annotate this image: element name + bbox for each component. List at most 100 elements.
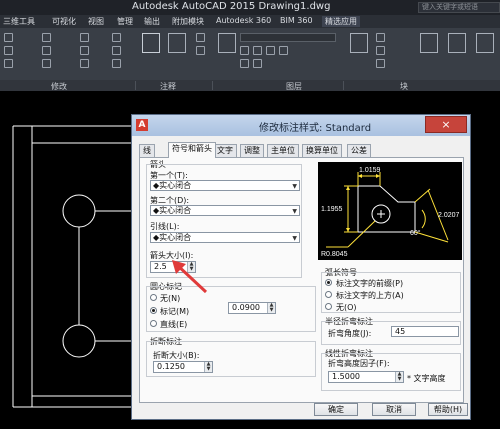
autocad-logo-icon: A: [136, 119, 148, 131]
ribbon-tab-autodesk-360[interactable]: Autodesk 360: [216, 16, 271, 25]
utilities-icon[interactable]: [476, 33, 494, 53]
ribbon-tab-featured-apps[interactable]: 精选应用: [322, 16, 360, 27]
app-title: Autodesk AutoCAD 2015 Drawing1.dwg: [132, 1, 331, 12]
annotation-arrow-icon: [172, 260, 208, 294]
center-mark-line-label[interactable]: 直线(E): [160, 319, 187, 330]
array-icon[interactable]: [80, 59, 89, 68]
leader-arrow-select[interactable]: ◆实心闭合 ▼: [150, 232, 300, 243]
layer-dropdown[interactable]: [240, 33, 336, 42]
jog-height-factor-spinner[interactable]: 1.5000 ▲ ▼: [328, 371, 404, 383]
close-button[interactable]: ×: [425, 116, 467, 133]
preview-dim-right: 2.0207: [438, 212, 460, 219]
chevron-down-icon: ▼: [292, 183, 297, 190]
explode-icon[interactable]: [112, 46, 121, 55]
second-arrow-value: ◆实心闭合: [153, 206, 192, 215]
break-size-label: 折断大小(B):: [153, 351, 200, 360]
arc-above-radio[interactable]: [325, 291, 332, 298]
layer-properties-icon[interactable]: [218, 33, 236, 53]
spinner-arrows-icon[interactable]: ▲ ▼: [395, 372, 403, 382]
erase-icon[interactable]: [112, 33, 121, 42]
layer-freeze-icon[interactable]: [266, 46, 275, 55]
spinner-arrows-icon[interactable]: ▲ ▼: [204, 362, 212, 372]
tab-lines[interactable]: 线: [139, 144, 155, 157]
ribbon-tab-visualize[interactable]: 可视化: [52, 16, 76, 27]
spinner-arrows-icon[interactable]: ▲ ▼: [267, 303, 275, 313]
preview-dim-top: 1.0159: [359, 167, 381, 174]
preview-radius: R0.8045: [321, 251, 348, 258]
arc-none-label[interactable]: 无(O): [336, 302, 357, 313]
tab-text[interactable]: 文字: [213, 144, 237, 157]
arc-above-label[interactable]: 标注文字的上方(A): [336, 290, 404, 301]
jog-height-factor-value: 1.5000: [332, 372, 360, 381]
arrow-size-value: 2.5: [154, 262, 167, 271]
ribbon-tab-bar: 三维工具 可视化 视图 管理 输出 附加模块 Autodesk 360 BIM …: [0, 15, 500, 28]
layer-lock-icon[interactable]: [279, 46, 288, 55]
ribbon-tab-manage[interactable]: 管理: [117, 16, 133, 27]
text-height-suffix: * 文字高度: [407, 374, 446, 383]
second-arrow-select[interactable]: ◆实心闭合 ▼: [150, 205, 300, 216]
leader-arrow-label: 引线(L):: [150, 222, 180, 231]
tab-symbols-arrows[interactable]: 符号和箭头: [168, 142, 216, 158]
center-mark-size-value: 0.0900: [232, 303, 260, 312]
preview-dim-left: 1.1955: [321, 206, 343, 213]
center-mark-size-spinner[interactable]: 0.0900 ▲ ▼: [228, 302, 276, 314]
app-title-bar: Autodesk AutoCAD 2015 Drawing1.dwg 键入关键字…: [0, 0, 500, 15]
copy-icon[interactable]: [4, 46, 13, 55]
mirror-icon[interactable]: [42, 46, 51, 55]
create-block-icon[interactable]: [376, 33, 385, 42]
text-icon[interactable]: [142, 33, 160, 53]
dialog-title-bar[interactable]: A 修改标注样式: Standard ×: [132, 115, 470, 136]
move-icon[interactable]: [4, 33, 13, 42]
tab-primary-units[interactable]: 主单位: [267, 144, 299, 157]
ribbon-panel-labels: 修改 注释 图层 块: [0, 80, 500, 91]
preview-angle: 60°: [410, 229, 421, 237]
arc-prefix-radio[interactable]: [325, 279, 332, 286]
layer-off-icon[interactable]: [240, 46, 249, 55]
dimension-icon[interactable]: [168, 33, 186, 53]
leader-icon[interactable]: [196, 33, 205, 42]
ribbon-panel: [0, 28, 500, 80]
properties-icon[interactable]: [420, 33, 438, 53]
groups-icon[interactable]: [448, 33, 466, 53]
insert-block-icon[interactable]: [350, 33, 368, 53]
tab-tolerances[interactable]: 公差: [347, 144, 371, 157]
tab-alternate-units[interactable]: 换算单位: [302, 144, 342, 157]
center-mark-mark-label[interactable]: 标记(M): [160, 306, 189, 317]
trim-icon[interactable]: [80, 33, 89, 42]
search-input[interactable]: 键入关键字或短语: [418, 2, 500, 13]
arc-prefix-label[interactable]: 标注文字的前缀(P): [336, 278, 403, 289]
tab-fit[interactable]: 调整: [240, 144, 264, 157]
offset-icon[interactable]: [112, 59, 121, 68]
attribute-icon[interactable]: [376, 59, 385, 68]
ribbon-tab-view[interactable]: 视图: [88, 16, 104, 27]
jog-angle-input[interactable]: 45: [391, 326, 459, 337]
stretch-icon[interactable]: [4, 59, 13, 68]
arc-none-radio[interactable]: [325, 303, 332, 310]
dialog-title: 修改标注样式: Standard: [259, 123, 372, 134]
ribbon-tab-addins[interactable]: 附加模块: [172, 16, 204, 27]
help-button[interactable]: 帮助(H): [428, 403, 468, 416]
rotate-icon[interactable]: [42, 33, 51, 42]
ribbon-tab-3d-tools[interactable]: 三维工具: [3, 16, 35, 27]
cancel-button[interactable]: 取消: [372, 403, 416, 416]
ribbon-tab-output[interactable]: 输出: [144, 16, 160, 27]
layer-isolate-icon[interactable]: [253, 46, 262, 55]
first-arrow-select[interactable]: ◆实心闭合 ▼: [150, 180, 300, 191]
scale-icon[interactable]: [42, 59, 51, 68]
center-mark-line-radio[interactable]: [150, 320, 157, 327]
leader-arrow-value: ◆实心闭合: [153, 233, 192, 242]
center-mark-none-radio[interactable]: [150, 294, 157, 301]
break-size-spinner[interactable]: 0.1250 ▲ ▼: [153, 361, 213, 373]
dimension-preview: 1.0159 1.1955 2.0207 60° R0.8045: [318, 162, 462, 260]
ribbon-tab-bim-360[interactable]: BIM 360: [280, 16, 313, 25]
first-arrow-value: ◆实心闭合: [153, 181, 192, 190]
table-icon[interactable]: [196, 46, 205, 55]
edit-block-icon[interactable]: [376, 46, 385, 55]
jog-height-factor-label: 折弯高度因子(F):: [328, 359, 390, 368]
ok-button[interactable]: 确定: [314, 403, 358, 416]
layer-previous-icon[interactable]: [253, 59, 262, 68]
fillet-icon[interactable]: [80, 46, 89, 55]
center-mark-mark-radio[interactable]: [150, 307, 157, 314]
layer-match-icon[interactable]: [240, 59, 249, 68]
preview-drawing: 1.0159 1.1955 2.0207 60° R0.8045: [321, 167, 460, 258]
